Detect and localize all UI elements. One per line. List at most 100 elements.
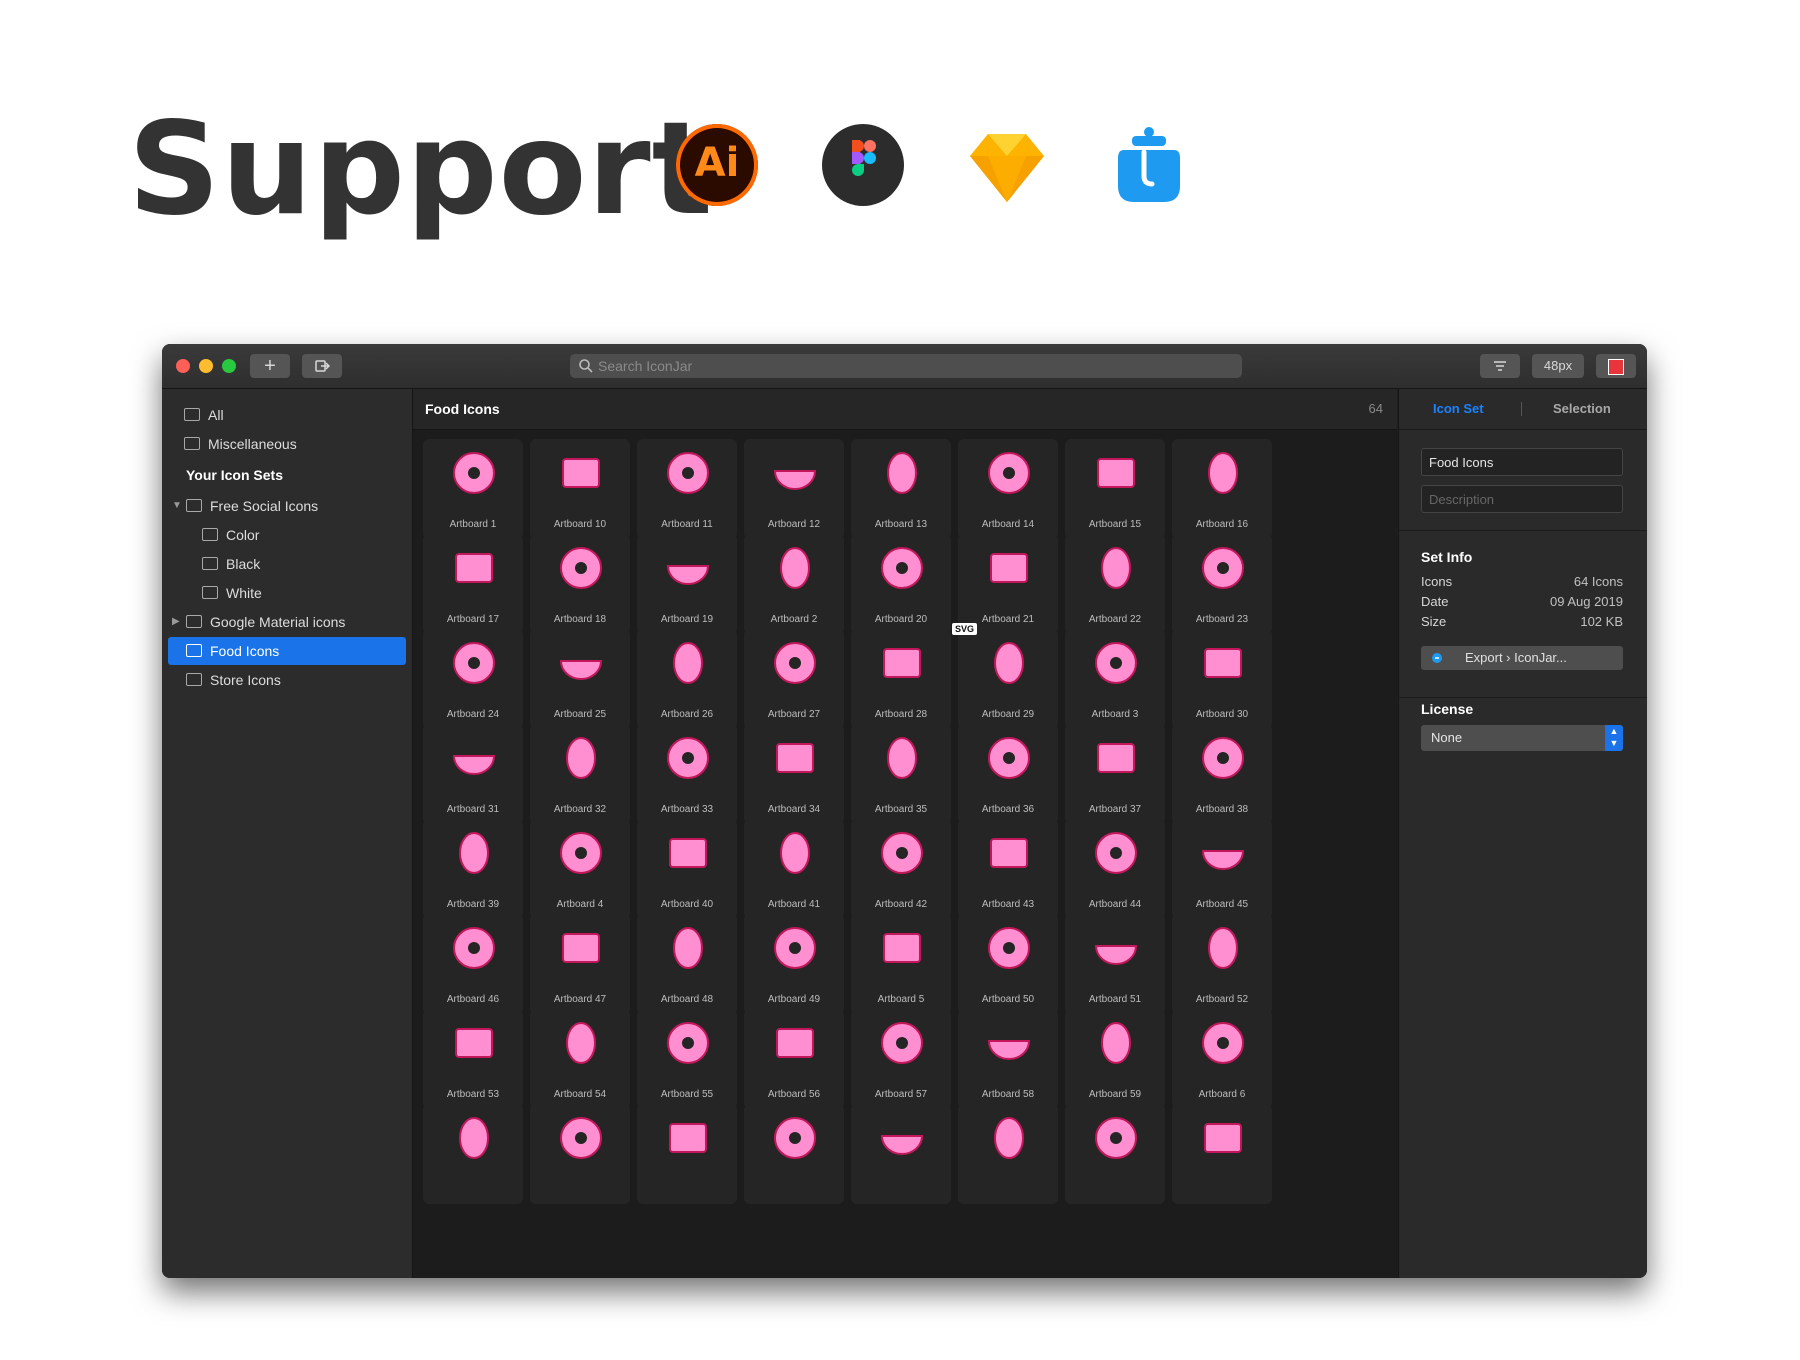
tab-selection[interactable]: Selection — [1553, 401, 1611, 416]
icon-tile[interactable]: Artboard 55 — [637, 1009, 737, 1109]
icon-tile[interactable]: Artboard 58 — [958, 1009, 1058, 1109]
icon-tile[interactable]: Artboard 24 — [423, 629, 523, 729]
share-button[interactable] — [302, 354, 342, 378]
icon-tile[interactable]: Artboard 46 — [423, 914, 523, 1014]
close-window-button[interactable] — [176, 359, 190, 373]
search-bar[interactable] — [570, 354, 1242, 378]
icon-tile[interactable]: Artboard 31 — [423, 724, 523, 824]
icon-tile[interactable]: Artboard 20 — [851, 534, 951, 634]
color-picker-button[interactable] — [1596, 354, 1636, 378]
minimize-window-button[interactable] — [199, 359, 213, 373]
icon-tile[interactable]: Artboard 54 — [530, 1009, 630, 1109]
icon-tile[interactable]: Artboard 2 — [744, 534, 844, 634]
sidebar-item-free-social-icons[interactable]: ▼ Free Social Icons — [168, 492, 406, 520]
disclosure-expanded-icon[interactable]: ▼ — [172, 492, 182, 520]
icon-tile[interactable]: Artboard 11 — [637, 439, 737, 539]
icon-tile[interactable]: Artboard 40 — [637, 819, 737, 919]
icon-tile[interactable]: Artboard 50 — [958, 914, 1058, 1014]
export-button[interactable]: Export › IconJar... — [1421, 646, 1623, 670]
icon-tile[interactable]: Artboard 28 — [851, 629, 951, 729]
icon-tile[interactable]: Artboard 18 — [530, 534, 630, 634]
sidebar-item-food-icons[interactable]: Food Icons — [168, 637, 406, 665]
icon-tile[interactable]: Artboard 22 — [1065, 534, 1165, 634]
icon-tile[interactable]: Artboard 45 — [1172, 819, 1272, 919]
icon-tile[interactable]: Artboard 44 — [1065, 819, 1165, 919]
license-select[interactable]: None ▲ ▼ — [1421, 725, 1623, 751]
icon-tile[interactable]: Artboard 37 — [1065, 724, 1165, 824]
icon-tile[interactable]: Artboard 56 — [744, 1009, 844, 1109]
icon-size-button[interactable]: 48px — [1532, 354, 1584, 378]
disclosure-collapsed-icon[interactable]: ▶ — [172, 608, 180, 636]
icon-tile[interactable]: Artboard 41 — [744, 819, 844, 919]
icon-tile[interactable]: Artboard 1 — [423, 439, 523, 539]
icon-tile[interactable]: Artboard 16 — [1172, 439, 1272, 539]
icon-tile[interactable]: Artboard 35 — [851, 724, 951, 824]
sidebar-item-google-material-icons[interactable]: ▶ Google Material icons — [168, 608, 406, 636]
description-input[interactable] — [1422, 486, 1622, 512]
maximize-window-button[interactable] — [222, 359, 236, 373]
icon-tile[interactable]: Artboard 43 — [958, 819, 1058, 919]
icon-tile[interactable] — [1065, 1104, 1165, 1204]
icon-tile[interactable]: Artboard 26 — [637, 629, 737, 729]
icon-tile[interactable]: Artboard 49 — [744, 914, 844, 1014]
sidebar-item-miscellaneous[interactable]: Miscellaneous — [168, 430, 406, 458]
icon-tile[interactable]: Artboard 33 — [637, 724, 737, 824]
icon-tile[interactable]: Artboard 13 — [851, 439, 951, 539]
icon-tile[interactable]: Artboard 17 — [423, 534, 523, 634]
sidebar-item-black[interactable]: Black — [168, 550, 406, 578]
icon-tile[interactable]: Artboard 53 — [423, 1009, 523, 1109]
sidebar-item-store-icons[interactable]: Store Icons — [168, 666, 406, 694]
search-input[interactable] — [598, 354, 1198, 378]
icon-tile[interactable] — [637, 1104, 737, 1204]
description-field[interactable] — [1421, 485, 1623, 513]
icon-tile[interactable]: Artboard 23 — [1172, 534, 1272, 634]
icon-tile[interactable]: Artboard 29 SVG — [952, 623, 1058, 729]
apple-icon — [562, 933, 600, 963]
icon-tile[interactable]: Artboard 32 — [530, 724, 630, 824]
icon-tile-label: Artboard 13 — [874, 519, 928, 530]
icon-tile[interactable]: Artboard 48 — [637, 914, 737, 1014]
icon-tile[interactable]: Artboard 14 — [958, 439, 1058, 539]
icon-tile[interactable] — [423, 1104, 523, 1204]
icon-tile[interactable]: Artboard 4 — [530, 819, 630, 919]
icon-tile[interactable]: Artboard 27 — [744, 629, 844, 729]
icon-tile[interactable]: Artboard 21 — [958, 534, 1058, 634]
icon-tile[interactable]: Artboard 12 — [744, 439, 844, 539]
set-name-field[interactable] — [1421, 448, 1623, 476]
icon-tile[interactable]: Artboard 36 — [958, 724, 1058, 824]
icon-tile[interactable] — [530, 1104, 630, 1204]
icon-tile[interactable]: Artboard 30 — [1172, 629, 1272, 729]
icon-tile[interactable] — [744, 1104, 844, 1204]
headline: Support — [128, 95, 714, 244]
sidebar-item-white[interactable]: White — [168, 579, 406, 607]
icon-tile[interactable] — [851, 1104, 951, 1204]
filter-button[interactable] — [1480, 354, 1520, 378]
icon-tile[interactable]: Artboard 19 — [637, 534, 737, 634]
icon-tile[interactable]: Artboard 51 — [1065, 914, 1165, 1014]
icon-tile[interactable]: Artboard 59 — [1065, 1009, 1165, 1109]
icon-tile[interactable] — [958, 1104, 1058, 1204]
icon-tile[interactable]: Artboard 10 — [530, 439, 630, 539]
add-set-button[interactable]: + — [250, 354, 290, 378]
tab-icon-set[interactable]: Icon Set — [1433, 401, 1484, 416]
icon-tile[interactable]: Artboard 38 — [1172, 724, 1272, 824]
icon-tile[interactable]: Artboard 5 — [851, 914, 951, 1014]
icon-tile[interactable]: Artboard 42 — [851, 819, 951, 919]
cupcake-icon — [776, 743, 814, 773]
icon-tile[interactable]: Artboard 39 — [423, 819, 523, 919]
icon-tile-label: Artboard 26 — [660, 709, 714, 720]
icon-tile[interactable]: Artboard 34 — [744, 724, 844, 824]
icon-tile-label: Artboard 20 — [874, 614, 928, 625]
icon-tile-label: Artboard 10 — [553, 519, 607, 530]
icon-tile[interactable]: Artboard 6 — [1172, 1009, 1272, 1109]
icon-tile[interactable]: Artboard 47 — [530, 914, 630, 1014]
sidebar-item-color[interactable]: Color — [168, 521, 406, 549]
set-name-input[interactable] — [1422, 449, 1622, 475]
icon-tile[interactable]: Artboard 57 — [851, 1009, 951, 1109]
icon-tile[interactable] — [1172, 1104, 1272, 1204]
sidebar-item-all[interactable]: All — [168, 401, 406, 429]
icon-tile[interactable]: Artboard 25 — [530, 629, 630, 729]
icon-tile[interactable]: Artboard 15 — [1065, 439, 1165, 539]
icon-tile[interactable]: Artboard 3 — [1065, 629, 1165, 729]
icon-tile[interactable]: Artboard 52 — [1172, 914, 1272, 1014]
